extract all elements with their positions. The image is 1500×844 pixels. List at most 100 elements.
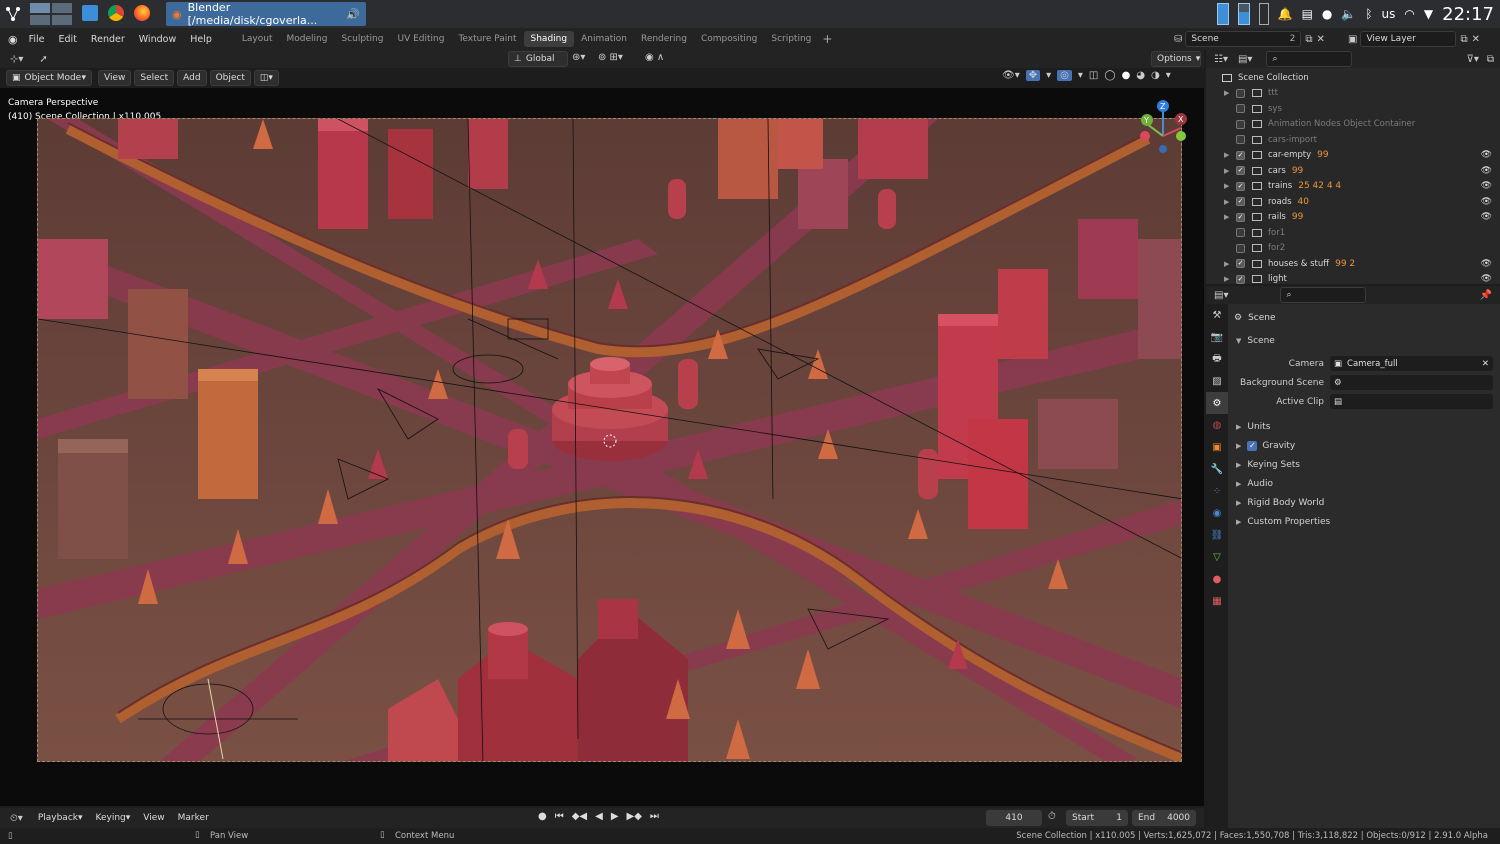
play-icon[interactable]: ▶ bbox=[611, 811, 619, 822]
menu-select[interactable]: Select bbox=[134, 70, 175, 86]
start-frame-field[interactable]: Start 1 bbox=[1066, 810, 1128, 826]
tab-shading[interactable]: Shading bbox=[523, 31, 575, 47]
mode-dropdown[interactable]: ▣ Object Mode ▾ bbox=[6, 70, 92, 86]
clear-camera-icon[interactable]: ✕ bbox=[1482, 359, 1489, 369]
cpu-monitor-icon[interactable] bbox=[1216, 3, 1229, 25]
updates-icon[interactable]: ● bbox=[1322, 7, 1332, 21]
select-tool-icon[interactable]: ➚ bbox=[39, 54, 47, 65]
outliner-collection-row[interactable]: Animation Nodes Object Container bbox=[1206, 117, 1500, 133]
scene-panel-header[interactable]: ▼ Scene bbox=[1228, 331, 1500, 350]
visibility-eye-icon[interactable]: 👁 bbox=[1481, 212, 1492, 222]
expand-arrow-icon[interactable]: ▶ bbox=[1224, 151, 1236, 159]
new-scene-icon[interactable]: ⧉ bbox=[1305, 34, 1312, 45]
pin-icon[interactable]: 📌 bbox=[1480, 290, 1492, 301]
jump-keyframe-back-icon[interactable]: ◆◀ bbox=[572, 811, 587, 822]
keyboard-layout[interactable]: us bbox=[1382, 7, 1396, 21]
outliner-collection-row[interactable]: sys bbox=[1206, 101, 1500, 117]
menu-add[interactable]: Add bbox=[177, 70, 207, 86]
scene-field[interactable]: Scene 2 bbox=[1185, 31, 1302, 47]
expand-arrow-icon[interactable]: ▶ bbox=[1224, 260, 1236, 268]
editor-type-icon[interactable]: ⊹▾ bbox=[10, 54, 23, 65]
exclude-checkbox[interactable] bbox=[1236, 88, 1245, 98]
menu-object[interactable]: Object bbox=[209, 70, 251, 86]
tab-sculpting[interactable]: Sculpting bbox=[334, 31, 390, 47]
menu-view[interactable]: View bbox=[98, 70, 132, 86]
menu-window[interactable]: Window bbox=[132, 34, 183, 45]
transform-orientation-dropdown[interactable]: ⊥ Global bbox=[508, 51, 568, 67]
wifi-icon[interactable]: ◠ bbox=[1404, 7, 1414, 21]
delete-scene-icon[interactable]: ✕ bbox=[1317, 34, 1325, 45]
xray-icon[interactable]: ◫ bbox=[1089, 70, 1098, 81]
menu-marker[interactable]: Marker bbox=[173, 810, 214, 826]
visibility-eye-icon[interactable]: 👁 bbox=[1481, 181, 1492, 191]
exclude-checkbox[interactable]: ✓ bbox=[1236, 166, 1245, 176]
outliner-collection-row[interactable]: ▶ ✓ houses & stuff 99 2 👁 bbox=[1206, 256, 1500, 272]
particles-tab-icon[interactable]: ⁘ bbox=[1206, 480, 1228, 502]
jump-end-icon[interactable]: ⏭ bbox=[650, 811, 659, 822]
outliner-collection-row[interactable]: ▶ ✓ light 👁 bbox=[1206, 272, 1500, 284]
tab-rendering[interactable]: Rendering bbox=[634, 31, 694, 47]
notifications-icon[interactable]: 🔔 bbox=[1278, 7, 1293, 21]
outliner-collection-row[interactable]: cars-import bbox=[1206, 132, 1500, 148]
timeline-editor-icon[interactable]: ⏲▾ bbox=[10, 813, 23, 824]
view-layer-tab-icon[interactable]: ▨ bbox=[1206, 370, 1228, 392]
new-view-layer-icon[interactable]: ⧉ bbox=[1460, 34, 1467, 45]
expand-arrow-icon[interactable]: ▶ bbox=[1224, 198, 1236, 206]
menu-file[interactable]: File bbox=[22, 34, 52, 45]
exclude-checkbox[interactable] bbox=[1236, 135, 1245, 145]
3d-viewport[interactable]: Camera Perspective (410) Scene Collectio… bbox=[0, 88, 1204, 806]
blender-logo-icon[interactable]: ◉ bbox=[8, 33, 18, 46]
keying-sets-panel[interactable]: ▶ Keying Sets bbox=[1228, 455, 1500, 474]
gravity-panel[interactable]: ▶ ✓ Gravity bbox=[1228, 436, 1500, 455]
outliner-collection-row[interactable]: ▶ ✓ roads 40 👁 bbox=[1206, 194, 1500, 210]
exclude-checkbox[interactable] bbox=[1236, 104, 1245, 114]
expand-arrow-icon[interactable]: ▶ bbox=[1224, 89, 1236, 97]
gizmo-toggle-icon[interactable]: ✥ bbox=[1025, 70, 1041, 81]
exclude-checkbox[interactable]: ✓ bbox=[1236, 181, 1245, 191]
properties-editor-icon[interactable]: ▤▾ bbox=[1214, 290, 1228, 301]
visibility-icon[interactable]: 👁▾ bbox=[1002, 70, 1020, 81]
properties-search-input[interactable]: ⌕ bbox=[1280, 287, 1367, 303]
rendered-shading-icon[interactable]: ◑ bbox=[1151, 70, 1160, 81]
exclude-checkbox[interactable]: ✓ bbox=[1236, 274, 1245, 284]
clock[interactable]: 22:17 bbox=[1442, 4, 1494, 25]
custom-properties-panel[interactable]: ▶ Custom Properties bbox=[1228, 512, 1500, 531]
menu-keying[interactable]: Keying ▾ bbox=[91, 810, 136, 826]
end-frame-field[interactable]: End 4000 bbox=[1132, 810, 1196, 826]
exclude-checkbox[interactable]: ✓ bbox=[1236, 212, 1245, 222]
world-tab-icon[interactable]: ◍ bbox=[1206, 414, 1228, 436]
units-panel[interactable]: ▶ Units bbox=[1228, 417, 1500, 436]
gravity-checkbox[interactable]: ✓ bbox=[1247, 440, 1258, 451]
visibility-eye-icon[interactable]: 👁 bbox=[1481, 166, 1492, 176]
play-reverse-icon[interactable]: ◀ bbox=[595, 811, 603, 822]
audio-panel[interactable]: ▶ Audio bbox=[1228, 474, 1500, 493]
shading-extra-dropdown[interactable]: ◫▾ bbox=[253, 70, 279, 86]
clock-icon[interactable]: ⏱ bbox=[1048, 811, 1056, 822]
tab-texture-paint[interactable]: Texture Paint bbox=[451, 31, 523, 47]
outliner-collection-row[interactable]: ▶ ✓ rails 99 👁 bbox=[1206, 210, 1500, 226]
scene-collection-row[interactable]: Scene Collection bbox=[1206, 70, 1500, 86]
camera-view-render[interactable] bbox=[37, 118, 1182, 762]
texture-tab-icon[interactable]: ▦ bbox=[1206, 590, 1228, 612]
render-tab-icon[interactable]: 📷 bbox=[1206, 326, 1228, 348]
exclude-checkbox[interactable]: ✓ bbox=[1236, 197, 1245, 207]
visibility-eye-icon[interactable]: 👁 bbox=[1481, 197, 1492, 207]
outliner-collection-row[interactable]: ▶ ttt bbox=[1206, 86, 1500, 102]
proportional-edit-icon[interactable]: ◉ ∧ bbox=[645, 52, 664, 63]
exclude-checkbox[interactable]: ✓ bbox=[1236, 259, 1245, 269]
tray-expand-icon[interactable]: ▼ bbox=[1424, 7, 1433, 21]
outliner-search-input[interactable]: ⌕ bbox=[1266, 51, 1353, 67]
expand-arrow-icon[interactable]: ▶ bbox=[1224, 213, 1236, 221]
modifier-tab-icon[interactable]: 🔧 bbox=[1206, 458, 1228, 480]
outliner-collection-row[interactable]: ▶ ✓ trains 25 42 4 4 👁 bbox=[1206, 179, 1500, 195]
add-workspace-icon[interactable]: + bbox=[822, 32, 832, 46]
outliner-collection-row[interactable]: ▶ ✓ cars 99 👁 bbox=[1206, 163, 1500, 179]
menu-help[interactable]: Help bbox=[183, 34, 219, 45]
clipboard-icon[interactable]: ▤ bbox=[1302, 7, 1313, 21]
outliner-collection-row[interactable]: for2 bbox=[1206, 241, 1500, 257]
visibility-eye-icon[interactable]: 👁 bbox=[1481, 274, 1492, 284]
tab-compositing[interactable]: Compositing bbox=[694, 31, 764, 47]
output-tab-icon[interactable]: 🖶 bbox=[1206, 348, 1228, 370]
current-frame-field[interactable]: 410 bbox=[986, 810, 1042, 826]
app-launcher-icon[interactable] bbox=[4, 4, 22, 24]
